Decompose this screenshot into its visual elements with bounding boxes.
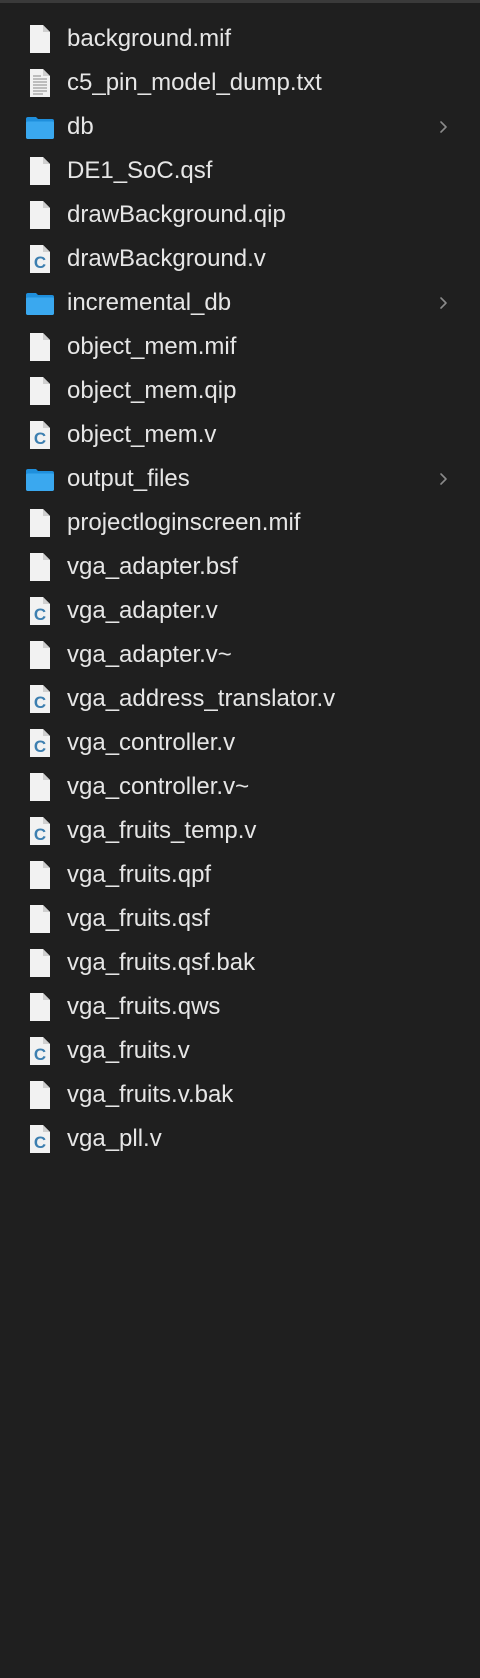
file-name: vga_fruits_temp.v bbox=[67, 817, 257, 844]
file-row[interactable]: vga_adapter.bsf bbox=[0, 545, 480, 589]
file-list: background.mif c5_pin_model_dump.txtdb DE1… bbox=[0, 3, 480, 1161]
document-icon bbox=[26, 200, 54, 230]
chevron-right-icon[interactable] bbox=[438, 295, 450, 311]
document-icon bbox=[26, 772, 54, 802]
file-row[interactable]: Cvga_adapter.v bbox=[0, 589, 480, 633]
file-name: drawBackground.qip bbox=[67, 201, 286, 228]
folder-row[interactable]: output_files bbox=[0, 457, 480, 501]
file-name: incremental_db bbox=[67, 289, 232, 316]
text-document-icon bbox=[26, 68, 54, 98]
file-row[interactable]: projectloginscreen.mif bbox=[0, 501, 480, 545]
chevron-right-icon[interactable] bbox=[438, 471, 450, 487]
file-row[interactable]: background.mif bbox=[0, 17, 480, 61]
file-row[interactable]: vga_fruits.v.bak bbox=[0, 1073, 480, 1117]
file-row[interactable]: Cobject_mem.v bbox=[0, 413, 480, 457]
file-name: output_files bbox=[67, 465, 190, 492]
file-name: c5_pin_model_dump.txt bbox=[67, 69, 322, 96]
file-name: vga_fruits.qws bbox=[67, 993, 221, 1020]
file-row[interactable]: DE1_SoC.qsf bbox=[0, 149, 480, 193]
file-name: vga_fruits.qsf.bak bbox=[67, 949, 256, 976]
document-icon bbox=[26, 24, 54, 54]
svg-text:C: C bbox=[34, 1133, 46, 1152]
file-row[interactable]: vga_adapter.v~ bbox=[0, 633, 480, 677]
folder-row[interactable]: db bbox=[0, 105, 480, 149]
file-name: vga_fruits.v.bak bbox=[67, 1081, 234, 1108]
document-icon bbox=[26, 640, 54, 670]
document-icon bbox=[26, 552, 54, 582]
file-row[interactable]: Cvga_address_translator.v bbox=[0, 677, 480, 721]
document-icon bbox=[26, 992, 54, 1022]
file-name: vga_pll.v bbox=[67, 1125, 162, 1152]
file-name: object_mem.v bbox=[67, 421, 217, 448]
file-row[interactable]: object_mem.mif bbox=[0, 325, 480, 369]
svg-text:C: C bbox=[34, 605, 46, 624]
file-row[interactable]: vga_controller.v~ bbox=[0, 765, 480, 809]
file-row[interactable]: Cvga_controller.v bbox=[0, 721, 480, 765]
svg-text:C: C bbox=[34, 253, 46, 272]
file-row[interactable]: Cvga_fruits_temp.v bbox=[0, 809, 480, 853]
file-name: vga_address_translator.v bbox=[67, 685, 336, 712]
file-row[interactable]: vga_fruits.qws bbox=[0, 985, 480, 1029]
document-icon bbox=[26, 860, 54, 890]
c-source-file-icon: C bbox=[26, 816, 54, 846]
file-row[interactable]: CdrawBackground.v bbox=[0, 237, 480, 281]
document-icon bbox=[26, 904, 54, 934]
file-name: object_mem.mif bbox=[67, 333, 237, 360]
document-icon bbox=[26, 332, 54, 362]
file-row[interactable]: c5_pin_model_dump.txt bbox=[0, 61, 480, 105]
file-name: vga_adapter.bsf bbox=[67, 553, 238, 580]
file-name: vga_fruits.v bbox=[67, 1037, 190, 1064]
file-row[interactable]: object_mem.qip bbox=[0, 369, 480, 413]
folder-icon bbox=[25, 112, 55, 142]
file-name: vga_fruits.qsf bbox=[67, 905, 210, 932]
file-name: drawBackground.v bbox=[67, 245, 266, 272]
svg-text:C: C bbox=[34, 825, 46, 844]
file-name: vga_controller.v~ bbox=[67, 773, 250, 800]
file-name: vga_fruits.qpf bbox=[67, 861, 212, 888]
svg-text:C: C bbox=[34, 693, 46, 712]
file-name: background.mif bbox=[67, 25, 232, 52]
folder-icon bbox=[25, 464, 55, 494]
svg-text:C: C bbox=[34, 737, 46, 756]
file-row[interactable]: vga_fruits.qsf.bak bbox=[0, 941, 480, 985]
file-row[interactable]: vga_fruits.qsf bbox=[0, 897, 480, 941]
c-source-file-icon: C bbox=[26, 596, 54, 626]
document-icon bbox=[26, 376, 54, 406]
file-name: projectloginscreen.mif bbox=[67, 509, 301, 536]
file-name: db bbox=[67, 113, 94, 140]
document-icon bbox=[26, 508, 54, 538]
svg-text:C: C bbox=[34, 1045, 46, 1064]
file-name: vga_adapter.v bbox=[67, 597, 218, 624]
document-icon bbox=[26, 948, 54, 978]
file-row[interactable]: drawBackground.qip bbox=[0, 193, 480, 237]
c-source-file-icon: C bbox=[26, 728, 54, 758]
c-source-file-icon: C bbox=[26, 684, 54, 714]
c-source-file-icon: C bbox=[26, 1124, 54, 1154]
chevron-right-icon[interactable] bbox=[438, 119, 450, 135]
folder-row[interactable]: incremental_db bbox=[0, 281, 480, 325]
file-name: vga_adapter.v~ bbox=[67, 641, 232, 668]
document-icon bbox=[26, 1080, 54, 1110]
c-source-file-icon: C bbox=[26, 420, 54, 450]
file-row[interactable]: Cvga_fruits.v bbox=[0, 1029, 480, 1073]
file-name: vga_controller.v bbox=[67, 729, 236, 756]
svg-text:C: C bbox=[34, 429, 46, 448]
folder-icon bbox=[25, 288, 55, 318]
c-source-file-icon: C bbox=[26, 244, 54, 274]
file-row[interactable]: vga_fruits.qpf bbox=[0, 853, 480, 897]
file-row[interactable]: Cvga_pll.v bbox=[0, 1117, 480, 1161]
file-name: object_mem.qip bbox=[67, 377, 237, 404]
document-icon bbox=[26, 156, 54, 186]
file-name: DE1_SoC.qsf bbox=[67, 157, 213, 184]
c-source-file-icon: C bbox=[26, 1036, 54, 1066]
